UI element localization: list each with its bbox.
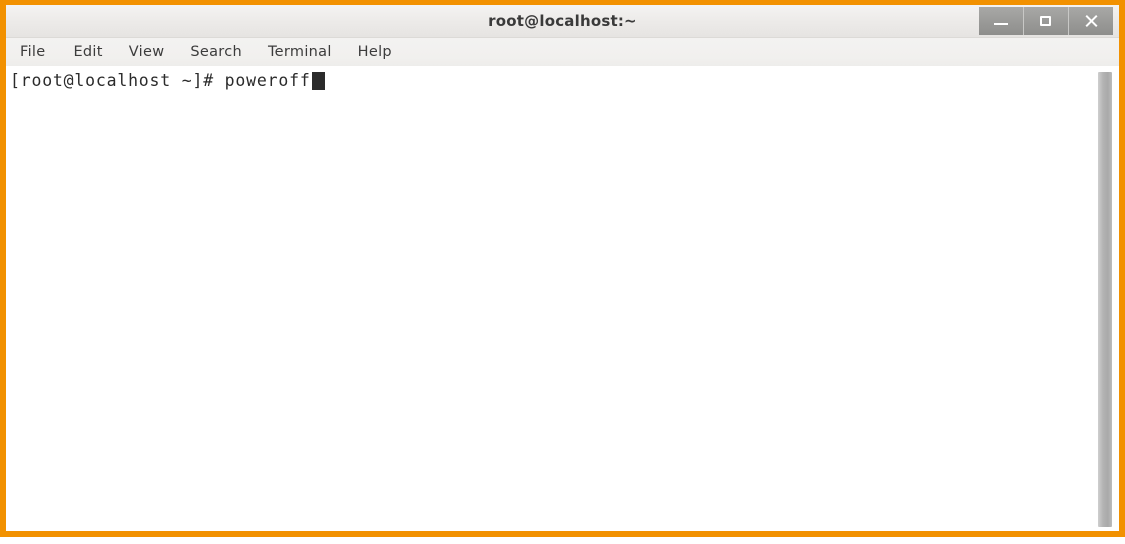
window-title: root@localhost:~ [488, 12, 637, 30]
shell-command: poweroff [213, 71, 311, 90]
close-icon[interactable] [1069, 7, 1113, 35]
scrollbar-thumb[interactable] [1098, 72, 1112, 527]
menu-bar: File Edit View Search Terminal Help [6, 38, 1119, 66]
minimize-icon[interactable] [979, 7, 1024, 35]
menu-item-view[interactable]: View [129, 44, 165, 60]
menu-item-terminal[interactable]: Terminal [268, 44, 332, 60]
terminal-scrollbar[interactable] [1097, 66, 1113, 531]
window-controls [979, 7, 1113, 35]
text-cursor [311, 72, 325, 90]
menu-item-edit[interactable]: Edit [73, 44, 102, 60]
terminal-screen[interactable]: [root@localhost ~]# poweroff [6, 66, 1097, 531]
title-bar[interactable]: root@localhost:~ [6, 5, 1119, 38]
terminal-area[interactable]: [root@localhost ~]# poweroff [6, 66, 1119, 531]
menu-item-file[interactable]: File [20, 44, 45, 60]
menu-item-help[interactable]: Help [358, 44, 392, 60]
shell-prompt: [root@localhost ~]# [10, 71, 214, 90]
terminal-window: root@localhost:~ File Edit View Search T… [0, 0, 1125, 537]
menu-item-search[interactable]: Search [190, 44, 242, 60]
terminal-prompt-line: [root@localhost ~]# poweroff [10, 70, 1097, 92]
window-bottom-gutter [0, 537, 1125, 544]
maximize-icon[interactable] [1024, 7, 1069, 35]
